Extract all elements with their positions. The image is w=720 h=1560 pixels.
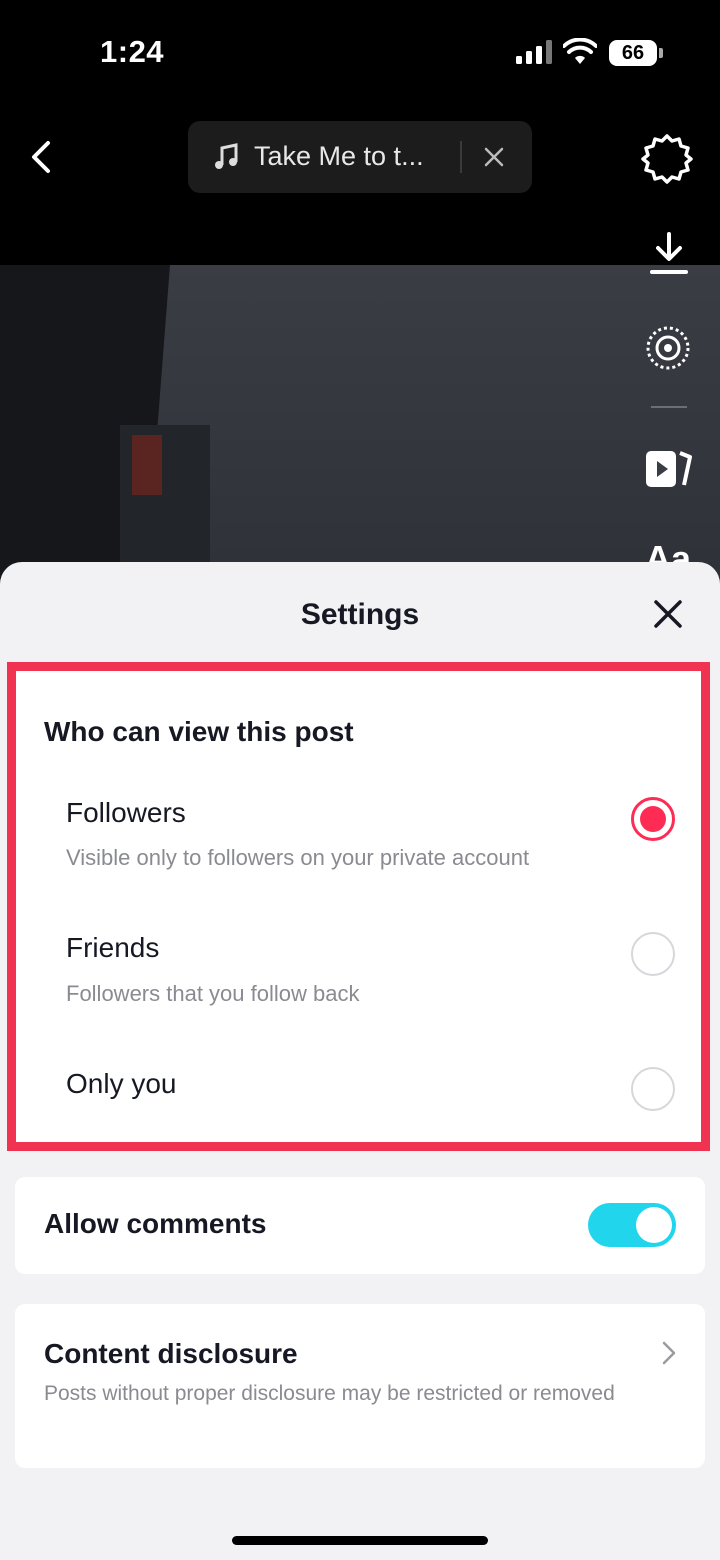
privacy-section-title: Who can view this post: [44, 716, 354, 747]
music-title: Take Me to t...: [254, 141, 424, 171]
music-selector[interactable]: Take Me to t...: [188, 121, 532, 193]
music-note-icon: [215, 143, 238, 169]
radio-button[interactable]: [631, 1067, 675, 1111]
option-label: Followers: [66, 797, 186, 828]
settings-sheet: Settings Who can view this post Follower…: [0, 562, 720, 1560]
building-window: [132, 435, 162, 495]
close-icon[interactable]: [652, 598, 684, 630]
home-indicator[interactable]: [232, 1536, 488, 1545]
privacy-options-card: Who can view this post Followers Visible…: [7, 662, 710, 1151]
sheet-title: Settings: [300, 598, 420, 631]
wifi-icon: [563, 38, 597, 64]
chevron-right-icon: [662, 1341, 676, 1365]
status-time: 1:24: [100, 34, 165, 69]
option-description: Followers that you follow back: [66, 981, 360, 1006]
option-description: Visible only to followers on your privat…: [66, 845, 530, 870]
remove-music-button[interactable]: [482, 145, 506, 169]
back-button[interactable]: [20, 135, 64, 179]
radio-button-selected[interactable]: [631, 797, 675, 841]
download-icon[interactable]: [648, 230, 690, 276]
option-label: Friends: [66, 932, 160, 963]
template-clips-icon[interactable]: [644, 445, 694, 491]
content-disclosure-title: Content disclosure: [44, 1338, 298, 1369]
allow-comments-toggle[interactable]: [588, 1203, 676, 1247]
video-preview: [0, 265, 720, 595]
content-disclosure-row[interactable]: Content disclosure Posts without proper …: [15, 1304, 705, 1468]
radio-button[interactable]: [631, 932, 675, 976]
option-label: Only you: [66, 1068, 177, 1099]
content-disclosure-description: Posts without proper disclosure may be r…: [44, 1382, 615, 1405]
music-divider: [460, 141, 462, 173]
battery-indicator: 66: [609, 40, 657, 66]
status-bar: 1:24 66: [0, 0, 720, 100]
voice-effect-icon[interactable]: [644, 324, 692, 372]
cellular-signal-icon: [516, 40, 552, 64]
allow-comments-row: Allow comments: [15, 1177, 705, 1274]
toggle-knob: [636, 1207, 672, 1243]
battery-tip: [659, 48, 663, 58]
allow-comments-label: Allow comments: [44, 1208, 267, 1239]
gear-icon[interactable]: [640, 132, 694, 186]
